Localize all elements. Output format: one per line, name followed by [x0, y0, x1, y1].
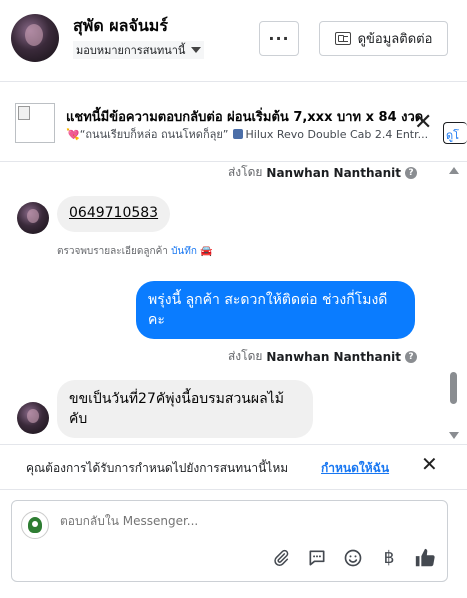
ad-title: แชทนี้มีข้อความตอบกลับต่อ ผ่อนเริ่มต้น 7…: [66, 110, 424, 125]
ad-quote: “ถนนเรียบก็หล่อ ถนนโหดก็ลุย”: [79, 128, 229, 141]
reply-composer: ฿: [11, 500, 448, 582]
more-options-button[interactable]: ···: [259, 21, 299, 56]
detected-details-note: ตรวจพบรายละเอียดลูกค้า บันทึก 🚘: [57, 244, 213, 259]
message-bubble-phone[interactable]: 0649710583: [57, 196, 171, 232]
contact-avatar-small[interactable]: [17, 402, 49, 434]
close-icon[interactable]: ✕: [421, 454, 438, 474]
contact-name[interactable]: สุพัด ผลจันมร์: [73, 14, 168, 39]
ad-view-link[interactable]: ดูโ: [443, 122, 467, 144]
scroll-down-icon[interactable]: [449, 432, 459, 439]
contact-avatar-small[interactable]: [17, 202, 49, 234]
attachment-icon[interactable]: [270, 547, 292, 569]
heart-icon: 💘: [66, 128, 80, 141]
contact-avatar[interactable]: [11, 14, 59, 62]
assign-to-me-link[interactable]: กำหนดให้ฉัน: [321, 459, 389, 478]
help-icon[interactable]: ?: [405, 166, 417, 179]
ad-subtitle: 💘“ถนนเรียบก็หล่อ ถนนโหดก็ลุย” Hilux Revo …: [66, 125, 442, 143]
help-icon[interactable]: ?: [405, 350, 417, 363]
ad-product: Hilux Revo Double Cab 2.4 Entr...: [245, 128, 429, 141]
scroll-up-icon[interactable]: [449, 167, 459, 174]
save-link[interactable]: บันทึก: [171, 246, 197, 257]
composer-toolbar: ฿: [270, 547, 436, 569]
sent-by-name: Nanwhan Nanthanit: [266, 349, 401, 364]
message-thread[interactable]: ส่งโดย Nanwhan Nanthanit ? 0649710583 ตร…: [0, 162, 448, 442]
sent-by-label: ส่งโดย Nanwhan Nanthanit ?: [228, 163, 417, 182]
assign-prompt-bar: คุณต้องการได้รับการกำหนดไปยังการสนทนานี้…: [0, 444, 467, 490]
ad-thumbnail-image[interactable]: [15, 103, 55, 143]
sent-by-prefix: ส่งโดย: [227, 349, 263, 363]
caret-down-icon: [191, 47, 202, 53]
car-icon: 🚘: [200, 246, 213, 257]
saved-replies-icon[interactable]: [306, 547, 328, 569]
product-icon: [232, 129, 243, 139]
message-bubble-incoming[interactable]: ขขเป็นวันที่27คัพุ่งนี้อบรมสวนผลไม้คับ: [57, 380, 313, 438]
page-avatar: [21, 511, 49, 539]
sent-by-name: Nanwhan Nanthanit: [266, 165, 401, 180]
contact-card-icon: [334, 32, 351, 45]
assign-prompt-text: คุณต้องการได้รับการกำหนดไปยังการสนทนานี้…: [26, 461, 289, 475]
assign-dropdown[interactable]: มอบหมายการสนทนานี้: [73, 41, 205, 59]
ad-context-bar: แชทนี้มีข้อความตอบกลับต่อ ผ่อนเริ่มต้น 7…: [0, 82, 467, 162]
message-bubble-outgoing[interactable]: พรุ่งนี้ ลูกค้า สะดวกให้ติดต่อ ช่วงกี่โม…: [136, 281, 415, 339]
sent-by-prefix: ส่งโดย: [227, 165, 263, 179]
view-contact-info-button[interactable]: ดูข้อมูลติดต่อ: [319, 21, 448, 56]
payment-baht-icon[interactable]: ฿: [378, 547, 400, 569]
sent-by-label: ส่งโดย Nanwhan Nanthanit ?: [228, 347, 417, 366]
ad-close-icon[interactable]: ✕: [414, 112, 432, 134]
reply-input[interactable]: [60, 514, 360, 528]
scrollbar-thumb[interactable]: [450, 372, 457, 404]
assign-label: มอบหมายการสนทนานี้: [76, 44, 186, 57]
view-contact-info-label: ดูข้อมูลติดต่อ: [357, 32, 433, 47]
like-thumbs-up-icon[interactable]: [414, 547, 436, 569]
note-text: ตรวจพบรายละเอียดลูกค้า: [57, 246, 168, 257]
conversation-header: สุพัด ผลจันมร์ มอบหมายการสนทนานี้ ··· ดู…: [0, 0, 467, 82]
emoji-icon[interactable]: [342, 547, 364, 569]
